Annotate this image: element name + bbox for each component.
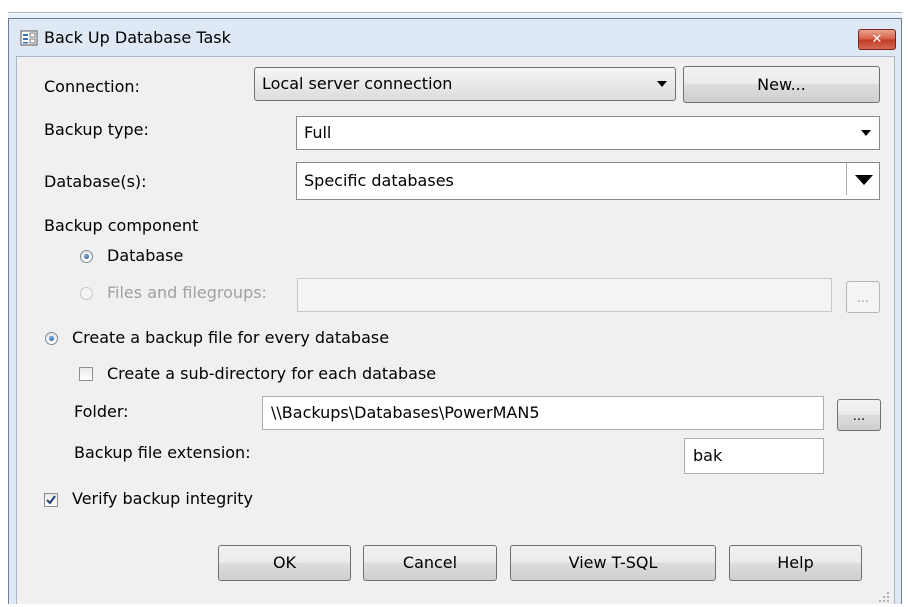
close-icon: ✕ xyxy=(871,32,883,47)
window-title: Back Up Database Task xyxy=(44,28,231,47)
task-form-icon xyxy=(20,30,38,46)
backup-type-label: Backup type: xyxy=(44,120,149,139)
dropdown-separator xyxy=(846,163,847,195)
extension-label: Backup file extension: xyxy=(74,443,251,462)
create-subdir-label: Create a sub-directory for each database xyxy=(107,364,437,383)
backup-component-label: Backup component xyxy=(44,216,199,235)
extension-value: bak xyxy=(693,446,723,465)
backup-type-value: Full xyxy=(304,123,332,142)
component-files-radio[interactable] xyxy=(80,287,93,300)
create-file-every-db-radio[interactable] xyxy=(45,332,58,345)
chevron-down-icon xyxy=(657,81,667,87)
help-button[interactable]: Help xyxy=(729,545,862,581)
verify-checkbox[interactable] xyxy=(44,493,58,507)
folder-label: Folder: xyxy=(74,402,129,421)
chevron-down-icon xyxy=(861,130,871,136)
chevron-down-icon xyxy=(855,175,873,185)
resize-grip-icon[interactable] xyxy=(878,588,890,602)
create-file-every-db-label: Create a backup file for every database xyxy=(72,328,390,347)
view-tsql-button[interactable]: View T-SQL xyxy=(510,545,716,581)
folder-value: \\Backups\Databases\PowerMAN5 xyxy=(271,403,540,422)
folder-browse-button[interactable]: ... xyxy=(837,399,881,431)
ok-button[interactable]: OK xyxy=(218,545,351,581)
filegroups-browse-button[interactable]: ... xyxy=(846,281,880,313)
connection-value: Local server connection xyxy=(262,74,453,93)
extension-input[interactable]: bak xyxy=(684,438,824,474)
backup-type-dropdown[interactable]: Full xyxy=(296,116,880,150)
databases-label: Database(s): xyxy=(44,172,147,191)
connection-dropdown[interactable]: Local server connection xyxy=(254,67,676,101)
component-files-label: Files and filegroups: xyxy=(107,283,267,302)
databases-dropdown[interactable]: Specific databases xyxy=(296,162,880,200)
close-button[interactable]: ✕ xyxy=(858,29,896,50)
verify-label: Verify backup integrity xyxy=(72,489,254,508)
checkmark-icon xyxy=(46,495,56,505)
component-database-radio[interactable] xyxy=(80,250,93,263)
component-database-label: Database xyxy=(107,246,184,265)
connection-label: Connection: xyxy=(44,77,140,96)
databases-value: Specific databases xyxy=(304,171,454,190)
new-connection-button[interactable]: New... xyxy=(683,66,880,103)
cancel-button[interactable]: Cancel xyxy=(363,545,497,581)
folder-input[interactable]: \\Backups\Databases\PowerMAN5 xyxy=(262,396,824,430)
filegroups-field[interactable] xyxy=(297,278,832,312)
create-subdir-checkbox[interactable] xyxy=(79,367,93,381)
